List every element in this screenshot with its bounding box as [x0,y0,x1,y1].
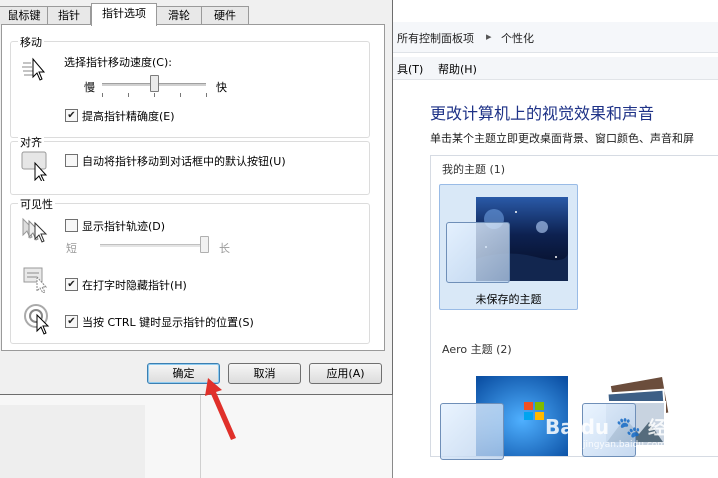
tab-hardware[interactable]: 硬件 [201,6,249,25]
pointer-trails-icon [22,217,48,243]
show-location-icon [24,304,50,335]
baidu-watermark: Baidu 🐾 经验 [545,414,684,440]
checkmark-icon: ✔ [67,316,76,327]
tab-pointers[interactable]: 指针 [47,6,91,25]
pointer-speed-slider[interactable] [150,75,159,92]
apply-button[interactable]: 应用(A) [309,363,382,384]
pointer-trails-label: 显示指针轨迹(D) [82,220,166,233]
tab-pointer-options[interactable]: 指针选项 [91,3,157,26]
watermark-brand: Baidu [545,415,610,439]
watermark-sub: 经验 [648,418,684,439]
trail-length-slider[interactable] [200,236,209,253]
breadcrumb-personalization[interactable]: 个性化 [501,30,534,46]
slow-label: 慢 [84,81,95,94]
pointer-speed-icon [22,57,46,81]
tab-wheel[interactable]: 滑轮 [155,6,203,25]
checkmark-icon: ✔ [67,279,76,290]
background-window-area [0,395,392,478]
fast-label: 快 [216,81,227,94]
window-glass-preview [446,222,510,283]
watermark-site: jingyan.baidu.com [583,440,667,450]
hide-while-typing-label: 在打字时隐藏指针(H) [82,279,187,292]
theme-card-unsaved[interactable]: 未保存的主题 [439,184,578,310]
page-title: 更改计算机上的视觉效果和声音 [430,104,655,123]
motion-group-title: 移动 [18,34,44,50]
hide-while-typing-icon [23,267,48,293]
long-label: 长 [219,242,230,255]
aero-glass-preview [440,403,504,460]
checkmark-icon: ✔ [67,110,76,121]
tab-buttons[interactable]: 鼠标键 [0,6,49,25]
breadcrumb-separator-icon: ▸ [486,30,492,43]
mouse-properties-dialog: 鼠标键 指针 指针选项 滑轮 硬件 移动 选择指针移动速度(C): 慢 快 ✔ … [0,0,393,395]
menu-tools[interactable]: 具(T) [397,61,423,77]
visibility-group-title: 可见性 [18,196,55,212]
show-location-ctrl-checkbox[interactable]: ✔ [65,315,78,328]
snap-to-group-title: 对齐 [18,134,44,150]
menu-bar: 具(T) 帮助(H) [393,57,718,80]
page-subtitle: 单击某个主题立即更改桌面背景、窗口颜色、声音和屏 [430,132,694,145]
menu-help[interactable]: 帮助(H) [438,61,477,77]
my-themes-heading: 我的主题 (1) [442,163,506,176]
short-label: 短 [66,242,77,255]
trail-length-track [100,244,204,247]
breadcrumb-control-panel-items[interactable]: 所有控制面板项 [397,30,474,46]
pointer-speed-label: 选择指针移动速度(C): [64,56,172,69]
aero-themes-heading: Aero 主题 (2) [442,343,512,356]
show-location-ctrl-label: 当按 CTRL 键时显示指针的位置(S) [82,316,254,329]
red-arrow-annotation [205,378,236,440]
snap-to-default-label: 自动将指针移动到对话框中的默认按钮(U) [82,155,286,168]
pointer-trails-checkbox[interactable] [65,219,78,232]
pointer-options-panel: 移动 选择指针移动速度(C): 慢 快 ✔ 提高指针精确度(E) 对齐 自动将指… [1,24,385,351]
enhance-precision-label: 提高指针精确度(E) [82,110,175,123]
snap-to-default-checkbox[interactable] [65,154,78,167]
address-bar[interactable]: 所有控制面板项 ▸ 个性化 [393,22,718,53]
enhance-precision-checkbox[interactable]: ✔ [65,109,78,122]
snap-to-default-icon [21,151,48,181]
theme-name-unsaved: 未保存的主题 [475,293,542,306]
theme-list: 我的主题 (1) 未保存的主题 Aero 主题 (2) [430,155,718,460]
paw-icon: 🐾 [616,415,642,439]
personalization-window: 所有控制面板项 ▸ 个性化 具(T) 帮助(H) 更改计算机上的视觉效果和声音 … [392,0,718,478]
hide-while-typing-checkbox[interactable]: ✔ [65,278,78,291]
